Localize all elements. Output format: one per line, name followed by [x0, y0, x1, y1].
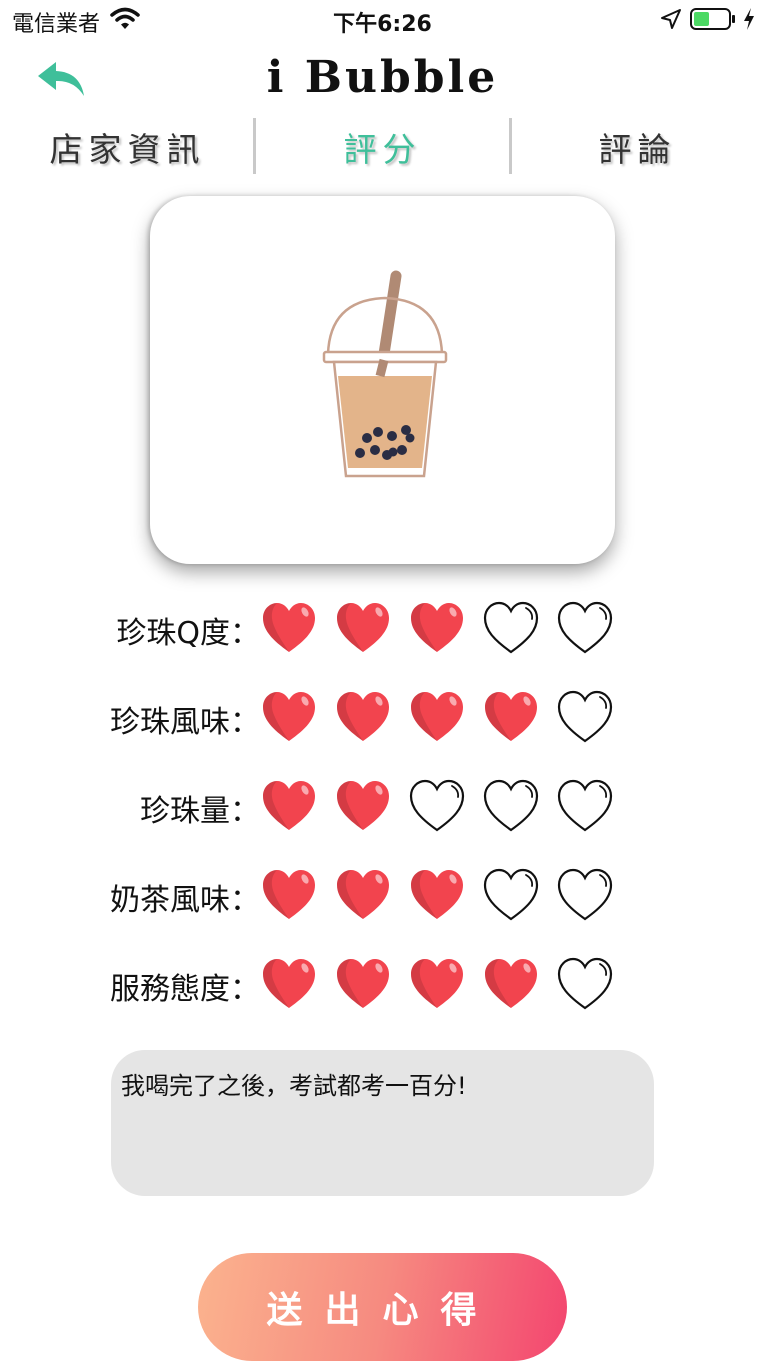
tab-divider — [253, 118, 256, 174]
status-time: 下午6:26 — [333, 12, 432, 37]
tab-divider — [509, 118, 512, 174]
heart-empty-icon[interactable] — [556, 600, 614, 656]
comment-input[interactable]: 我喝完了之後，考試都考一百分! — [111, 1050, 654, 1196]
heart-empty-icon[interactable] — [556, 778, 614, 834]
app-title: i Bubble — [266, 52, 499, 103]
battery-icon — [690, 8, 735, 30]
location-arrow-icon — [661, 9, 681, 29]
comment-text[interactable]: 我喝完了之後，考試都考一百分! — [121, 1066, 467, 1101]
rating-label: 珍珠風味： — [110, 705, 260, 740]
bubble-tea-icon — [322, 270, 448, 478]
heart-filled-icon[interactable] — [334, 867, 392, 923]
tab-store-info[interactable]: 店家資訊 — [0, 118, 255, 176]
rating-label: 珍珠量： — [140, 794, 260, 829]
heart-empty-icon[interactable] — [556, 867, 614, 923]
charging-bolt-icon — [744, 8, 754, 30]
tab-bar: 店家資訊 評分 評論 — [0, 118, 765, 176]
heart-rating — [260, 956, 614, 1012]
status-bar: 電信業者 下午6:26 — [0, 0, 765, 40]
drink-image-card[interactable] — [150, 196, 615, 564]
rating-row-pearl-chewiness: 珍珠Q度： — [100, 600, 640, 660]
rating-row-service-attitude: 服務態度： — [100, 956, 640, 1016]
rating-label: 珍珠Q度： — [116, 616, 260, 651]
heart-rating — [260, 867, 614, 923]
heart-filled-icon[interactable] — [334, 778, 392, 834]
heart-filled-icon[interactable] — [408, 600, 466, 656]
heart-filled-icon[interactable] — [260, 867, 318, 923]
heart-empty-icon[interactable] — [482, 867, 540, 923]
heart-rating — [260, 600, 614, 656]
heart-filled-icon[interactable] — [334, 689, 392, 745]
heart-empty-icon[interactable] — [482, 778, 540, 834]
heart-empty-icon[interactable] — [482, 600, 540, 656]
tab-reviews[interactable]: 評論 — [510, 118, 765, 176]
heart-filled-icon[interactable] — [408, 689, 466, 745]
heart-rating — [260, 778, 614, 834]
heart-filled-icon[interactable] — [408, 867, 466, 923]
heart-filled-icon[interactable] — [260, 600, 318, 656]
heart-filled-icon[interactable] — [260, 956, 318, 1012]
heart-filled-icon[interactable] — [408, 956, 466, 1012]
heart-filled-icon[interactable] — [334, 956, 392, 1012]
rating-row-pearl-flavor: 珍珠風味： — [100, 689, 640, 749]
rating-row-pearl-amount: 珍珠量： — [100, 778, 640, 838]
tab-rating[interactable]: 評分 — [255, 118, 510, 176]
heart-rating — [260, 689, 614, 745]
submit-review-button[interactable]: 送出心得 — [198, 1253, 567, 1361]
rating-row-milk-tea-flavor: 奶茶風味： — [100, 867, 640, 927]
heart-filled-icon[interactable] — [482, 689, 540, 745]
heart-filled-icon[interactable] — [482, 956, 540, 1012]
heart-filled-icon[interactable] — [260, 778, 318, 834]
rating-label: 奶茶風味： — [110, 883, 260, 918]
heart-filled-icon[interactable] — [334, 600, 392, 656]
heart-filled-icon[interactable] — [260, 689, 318, 745]
heart-empty-icon[interactable] — [408, 778, 466, 834]
rating-label: 服務態度： — [110, 972, 260, 1007]
heart-empty-icon[interactable] — [556, 956, 614, 1012]
heart-empty-icon[interactable] — [556, 689, 614, 745]
